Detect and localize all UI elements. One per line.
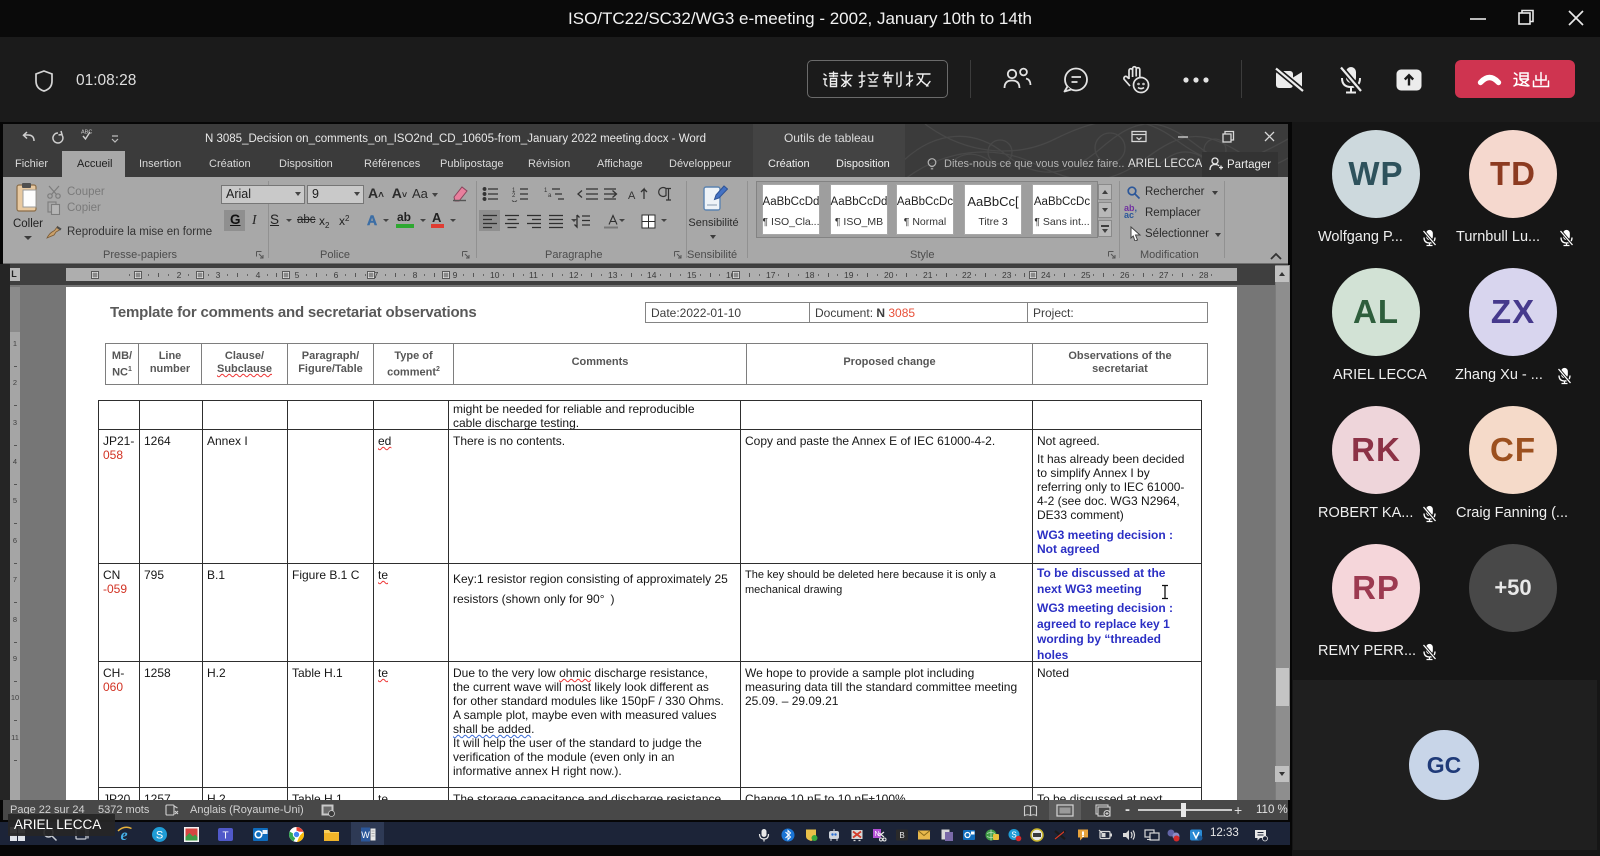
svg-text:T: T <box>222 831 228 842</box>
svg-text:a: a <box>548 193 552 199</box>
svg-text:W: W <box>361 830 370 840</box>
svg-text:e: e <box>120 827 127 843</box>
svg-text:ABC: ABC <box>81 130 92 136</box>
svg-text:A: A <box>628 190 636 202</box>
svg-text:B: B <box>899 831 904 840</box>
svg-text:2: 2 <box>512 193 516 199</box>
svg-text:S: S <box>156 830 163 842</box>
svg-text:N: N <box>874 831 879 838</box>
